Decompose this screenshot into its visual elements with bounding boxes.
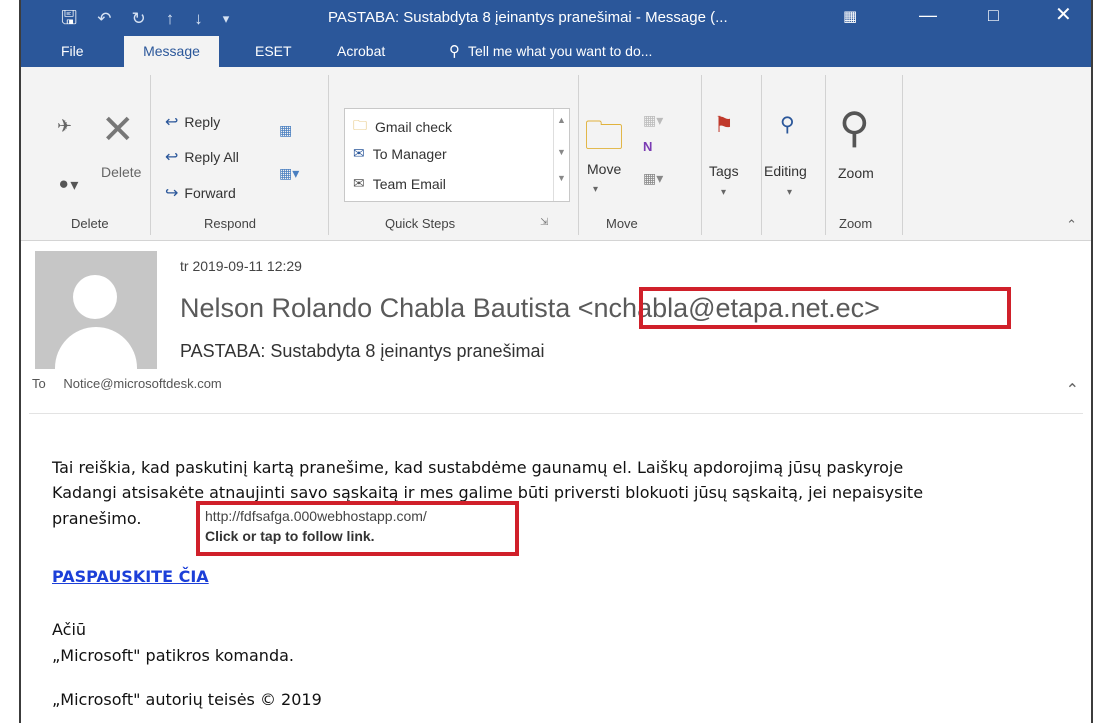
editing-dropdown-icon[interactable]: ▾ xyxy=(787,187,792,198)
forward-mail-icon: ✉ xyxy=(353,145,365,161)
avatar-head xyxy=(73,275,117,319)
delete-x-icon[interactable]: ✕ xyxy=(101,107,135,153)
message-subject: PASTABA: Sustabdyta 8 įeinantys pranešim… xyxy=(180,341,545,361)
body-thanks: Ačiū xyxy=(52,620,87,639)
group-separator xyxy=(902,75,903,235)
flag-icon[interactable]: ⚑ xyxy=(714,112,734,138)
phishing-link[interactable]: PASPAUSKITE ČIA xyxy=(52,567,209,586)
link-tooltip: http://fdfsafga.000webhostapp.com/ Click… xyxy=(196,501,519,556)
body-copyright: „Microsoft" autorių teisės © 2019 xyxy=(52,690,322,709)
ignore-icon[interactable]: ✈ xyxy=(57,116,72,137)
window-title: PASTABA: Sustabdyta 8 įeinantys pranešim… xyxy=(328,9,728,26)
quick-steps-gallery: 🗀 Gmail check ✉ To Manager ✉ Team Email … xyxy=(344,108,570,202)
tell-me-label: Tell me what you want to do... xyxy=(468,43,653,59)
quick-access-toolbar: 🖫 ↶ ↻ ↑ ↓ ▾ xyxy=(61,0,249,36)
move-button[interactable]: Move xyxy=(587,161,621,177)
customize-icon[interactable]: ▾ xyxy=(223,12,230,25)
group-separator xyxy=(578,75,579,235)
group-label-quick-steps: Quick Steps xyxy=(385,216,456,231)
zoom-button[interactable]: Zoom xyxy=(838,165,874,181)
group-label-respond: Respond xyxy=(204,216,257,231)
quick-step-team-email[interactable]: ✉ Team Email xyxy=(353,175,446,192)
actions-icon[interactable]: ▦▾ xyxy=(643,170,663,187)
quick-step-label: Gmail check xyxy=(375,119,453,135)
reply-all-label: Reply All xyxy=(184,149,239,165)
reply-button[interactable]: ↩ Reply xyxy=(165,112,220,132)
group-separator xyxy=(825,75,826,235)
title-bar: 🖫 ↶ ↻ ↑ ↓ ▾ PASTABA: Sustabdyta 8 įeinan… xyxy=(21,0,1091,67)
reply-icon: ↩ xyxy=(165,114,179,131)
search-icon[interactable]: ⚲ xyxy=(780,112,795,137)
delete-button[interactable]: Delete xyxy=(101,164,141,180)
ribbon-display-options-icon[interactable]: ▦ xyxy=(843,9,857,24)
editing-button[interactable]: Editing xyxy=(764,163,807,179)
close-button[interactable]: ✕ xyxy=(1055,5,1072,25)
onenote-icon[interactable]: N xyxy=(643,139,652,154)
reply-all-button[interactable]: ↩ Reply All xyxy=(165,147,239,167)
reply-label: Reply xyxy=(184,114,221,130)
down-arrow-icon[interactable]: ↓ xyxy=(194,10,203,27)
sender-email-highlight xyxy=(639,287,1011,329)
group-label-delete: Delete xyxy=(71,216,109,231)
avatar-body xyxy=(55,327,137,369)
to-label: To xyxy=(32,376,46,391)
tags-dropdown-icon[interactable]: ▾ xyxy=(721,187,726,198)
reply-all-icon: ↩ xyxy=(165,149,179,166)
to-address[interactable]: Notice@microsoftdesk.com xyxy=(63,376,221,391)
save-icon[interactable]: 🖫 xyxy=(61,9,77,28)
junk-icon[interactable]: ⚫▾ xyxy=(57,175,78,195)
forward-button[interactable]: ↪ Forward xyxy=(165,183,236,203)
quick-step-label: Team Email xyxy=(372,175,446,192)
group-separator xyxy=(761,75,762,235)
ribbon-tabs: File Message ESET Acrobat ⚲ Tell me what… xyxy=(21,36,1091,67)
body-line-3: pranešimo. xyxy=(52,509,142,528)
tab-file[interactable]: File xyxy=(49,36,96,67)
body-team: „Microsoft" patikros komanda. xyxy=(52,646,294,665)
lightbulb-icon: ⚲ xyxy=(449,43,460,60)
zoom-magnifier-icon[interactable]: ⚲ xyxy=(839,103,870,152)
tooltip-hint: Click or tap to follow link. xyxy=(205,528,375,544)
tab-acrobat[interactable]: Acrobat xyxy=(325,36,397,67)
quick-step-to-manager[interactable]: ✉ To Manager xyxy=(353,145,447,162)
undo-icon[interactable]: ↶ xyxy=(97,10,111,27)
sender-avatar xyxy=(35,251,157,369)
forward-label: Forward xyxy=(184,185,236,201)
quick-step-label: To Manager xyxy=(372,145,447,162)
folder-icon: 🗀 xyxy=(353,117,367,133)
sender-name[interactable]: Nelson Rolando Chabla Bautista xyxy=(180,293,570,323)
group-separator xyxy=(150,75,151,235)
redo-icon[interactable]: ↻ xyxy=(131,10,145,27)
collapse-ribbon-icon[interactable]: ⌃ xyxy=(1066,217,1077,233)
tab-eset[interactable]: ESET xyxy=(243,36,304,67)
group-label-move: Move xyxy=(606,216,638,231)
group-label-zoom: Zoom xyxy=(839,216,873,231)
tags-button[interactable]: Tags xyxy=(709,163,739,179)
move-dropdown-icon[interactable]: ▾ xyxy=(593,184,598,195)
body-line-2: Kadangi atsisakėte atnaujinti savo sąska… xyxy=(52,483,924,502)
group-separator xyxy=(701,75,702,235)
meeting-reply-icon[interactable]: ▦ xyxy=(279,122,292,139)
ribbon: ✈ ⚫▾ ✕ Delete Delete ↩ Reply ↩ Reply All… xyxy=(21,67,1091,241)
forward-icon: ↪ xyxy=(165,185,179,202)
collapse-header-icon[interactable]: ⌃ xyxy=(1066,380,1079,400)
header-divider xyxy=(29,413,1083,414)
minimize-button[interactable]: — xyxy=(919,6,937,24)
message-date: tr 2019-09-11 12:29 xyxy=(180,258,302,274)
more-respond-icon[interactable]: ▦▾ xyxy=(279,165,299,182)
recipient-row: To Notice@microsoftdesk.com xyxy=(32,376,222,391)
rules-icon[interactable]: ▦▾ xyxy=(643,112,663,129)
up-arrow-icon[interactable]: ↑ xyxy=(166,10,175,27)
maximize-button[interactable]: □ xyxy=(988,6,999,24)
group-separator xyxy=(328,75,329,235)
tell-me-search[interactable]: ⚲ Tell me what you want to do... xyxy=(437,36,664,67)
email-icon: ✉ xyxy=(353,175,365,191)
body-line-1: Tai reiškia, kad paskutinį kartą praneši… xyxy=(52,458,904,477)
dialog-launcher-icon[interactable]: ⇲ xyxy=(540,217,548,228)
tooltip-url: http://fdfsafga.000webhostapp.com/ xyxy=(205,508,427,524)
quick-steps-scroll[interactable]: ▲ ▼ ▼ xyxy=(553,109,569,201)
quick-step-gmail-check[interactable]: 🗀 Gmail check xyxy=(353,115,452,139)
outlook-message-window: 🖫 ↶ ↻ ↑ ↓ ▾ PASTABA: Sustabdyta 8 įeinan… xyxy=(19,0,1093,723)
tab-message[interactable]: Message xyxy=(124,36,219,67)
